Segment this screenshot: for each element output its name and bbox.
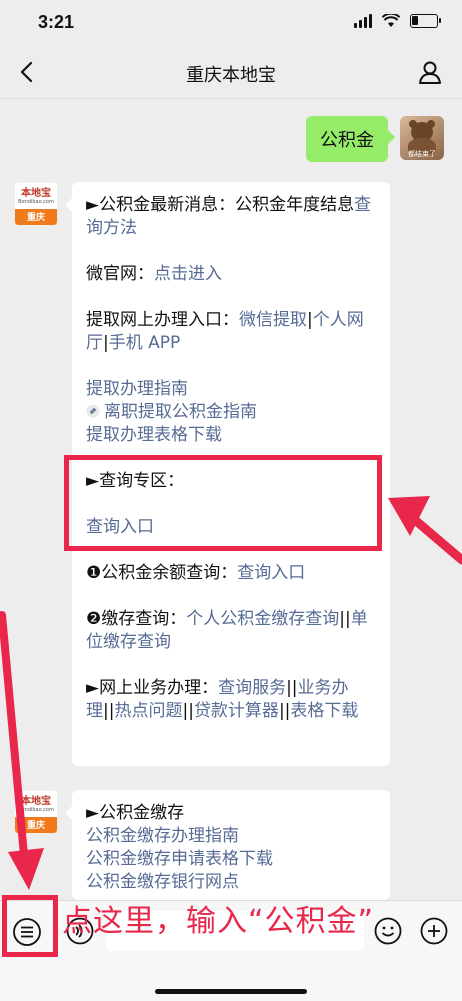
- bot-avatar[interactable]: 本地宝 Bendibao.com 重庆: [14, 182, 58, 226]
- separator: ||: [339, 609, 351, 629]
- withdraw-label: 提取网上办理入口：: [86, 310, 239, 330]
- profile-icon[interactable]: [416, 58, 444, 86]
- balance-query-link[interactable]: 查询入口: [237, 563, 305, 583]
- arrow-to-query-line: [410, 515, 462, 565]
- link-chain-icon: [86, 404, 100, 418]
- arrow-to-menu-head: [8, 848, 44, 890]
- status-icons: [354, 14, 441, 28]
- deposit-guide-link[interactable]: 公积金缴存办理指南: [86, 826, 239, 846]
- balance-label: ❶公积金余额查询：: [86, 563, 238, 583]
- leave-withdraw-guide-link[interactable]: 离职提取公积金指南: [104, 402, 257, 422]
- bot-logo-url: Bendibao.com: [18, 198, 54, 205]
- separator: ||: [182, 701, 194, 721]
- deposit-line: ❷缴存查询：个人公积金缴存查询||单位缴存查询: [86, 608, 376, 654]
- separator: ||: [278, 701, 291, 721]
- separator: ||: [286, 678, 298, 698]
- balance-line: ❶公积金余额查询：查询入口: [86, 562, 376, 585]
- separator: ||: [103, 701, 115, 721]
- user-avatar[interactable]: 都结束了: [400, 116, 444, 160]
- chat-title: 重庆本地宝: [186, 65, 276, 86]
- avatar-caption: 都结束了: [408, 150, 436, 158]
- site-line: 微官网：点击进入: [86, 263, 376, 286]
- bot-avatar[interactable]: 本地宝 Bendibao.com 重庆: [14, 790, 58, 834]
- deposit-bank-branches-link[interactable]: 公积金缴存银行网点: [86, 872, 239, 892]
- bot-reply-bubble-2: ►公积金缴存 公积金缴存办理指南 公积金缴存申请表格下载 公积金缴存银行网点: [65, 790, 390, 900]
- nav-bar: 重庆本地宝: [0, 48, 462, 99]
- official-site-link[interactable]: 点击进入: [154, 264, 222, 284]
- menu-highlight-box: [2, 895, 58, 957]
- bot-logo-city: 重庆: [15, 209, 57, 225]
- bot-logo-url: Bendibao.com: [18, 806, 54, 813]
- hot-questions-link[interactable]: 热点问题: [114, 701, 182, 721]
- bot-logo-text: 本地宝: [21, 795, 51, 807]
- status-bar: 3:21: [0, 0, 462, 48]
- form-download-link[interactable]: 表格下载: [290, 701, 358, 721]
- site-label: 微官网：: [86, 264, 154, 284]
- withdraw-form-download-link[interactable]: 提取办理表格下载: [86, 425, 222, 445]
- personal-deposit-query-link[interactable]: 个人公积金缴存查询: [186, 609, 339, 629]
- deposit-label: ❷缴存查询：: [86, 609, 187, 629]
- status-time: 3:21: [38, 12, 75, 32]
- withdraw-line: 提取网上办理入口：微信提取|个人网厅|手机 APP: [86, 309, 376, 355]
- annotation-text: 点这里，输入“公积金”: [62, 904, 375, 939]
- mobile-app-link[interactable]: 手机 APP: [109, 333, 181, 353]
- news-line: ►公积金最新消息：公积金年度结息查询方法: [86, 194, 376, 240]
- plus-icon[interactable]: [420, 917, 448, 945]
- battery-icon: [410, 14, 441, 28]
- deposit-form-download-link[interactable]: 公积金缴存申请表格下载: [86, 849, 273, 869]
- wechat-withdraw-link[interactable]: 微信提取: [239, 310, 307, 330]
- signal-icon: [354, 14, 372, 28]
- query-service-link[interactable]: 查询服务: [218, 678, 286, 698]
- user-message-bubble[interactable]: 公积金: [306, 116, 395, 162]
- withdraw-guide-link[interactable]: 提取办理指南: [86, 379, 188, 399]
- online-label: ►网上业务办理：: [86, 678, 219, 698]
- emoji-icon[interactable]: [374, 917, 402, 945]
- home-indicator: [155, 989, 307, 994]
- arrow-to-query-head: [388, 496, 430, 536]
- query-highlight-box: [64, 455, 382, 551]
- user-message-row: 公积金 都结束了: [306, 116, 444, 162]
- deposit-heading: ►公积金缴存: [86, 803, 185, 823]
- wifi-icon: [382, 14, 400, 27]
- bot-logo-city: 重庆: [15, 817, 57, 833]
- news-text: ►公积金最新消息：公积金年度结息: [86, 195, 355, 215]
- bot-logo-text: 本地宝: [21, 187, 51, 199]
- online-line: ►网上业务办理：查询服务||业务办理||热点问题||贷款计算器||表格下载: [86, 677, 376, 723]
- loan-calculator-link[interactable]: 贷款计算器: [194, 701, 279, 721]
